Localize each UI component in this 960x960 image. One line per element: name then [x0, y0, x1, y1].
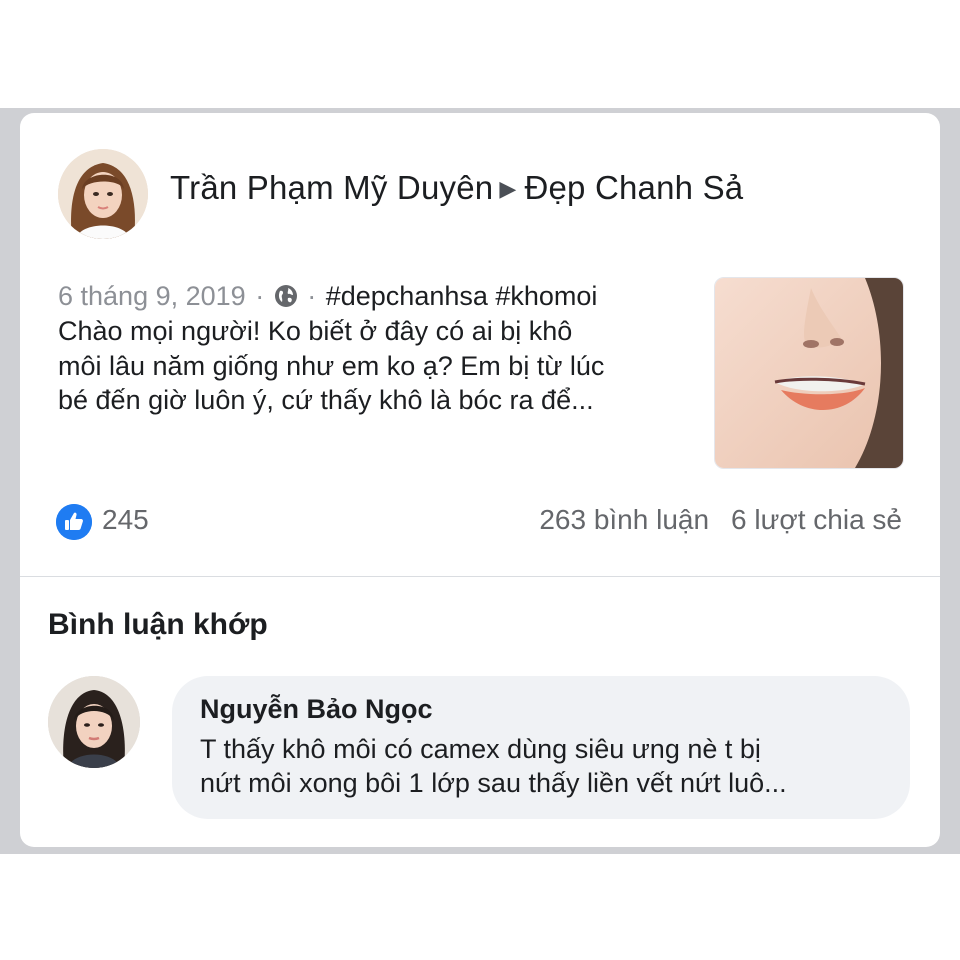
post-card: Trần Phạm Mỹ Duyên ▶ Đẹp Chanh Sả 6 tháng … — [20, 113, 940, 847]
meta-separator: · — [255, 281, 265, 311]
post-stats: 263 bình luận 6 lượt chia sẻ — [539, 504, 902, 536]
author-avatar[interactable] — [58, 149, 148, 239]
comment-text-line: nứt môi xong bôi 1 lớp sau thấy liền vết… — [200, 768, 787, 798]
arrow-right-icon: ▶ — [499, 176, 517, 201]
globe-icon — [274, 282, 298, 307]
post-date[interactable]: 6 tháng 9, 2019 — [58, 281, 246, 311]
post-text-line: Chào mọi người! Ko biết ở đây có ai bị k… — [58, 316, 573, 346]
like-count[interactable]: 245 — [102, 504, 149, 536]
post-hashtags[interactable]: #depchanhsa #khomoi — [326, 281, 598, 311]
comments-heading: Bình luận khớp — [48, 608, 268, 641]
post-text-line: bé đến giờ luôn ý, cứ thấy khô là bóc ra… — [58, 385, 594, 415]
comment-text: T thấy khô môi có camex dùng siêu ưng nè… — [200, 732, 890, 800]
post-text-line: môi lâu năm giống như em ko ạ? Em bị từ … — [58, 350, 605, 381]
comment-bubble[interactable]: Nguyễn Bảo Ngọc T thấy khô môi có camex … — [172, 676, 910, 819]
commenter-name[interactable]: Nguyễn Bảo Ngọc — [200, 694, 433, 725]
share-count[interactable]: 6 lượt chia sẻ — [731, 504, 902, 535]
meta-separator: · — [307, 281, 317, 311]
post-meta: 6 tháng 9, 2019 · · #depchanhsa #khomoi — [58, 279, 698, 313]
comment-text-line: T thấy khô môi có camex dùng siêu ưng nè… — [200, 734, 761, 764]
post-header: Trần Phạm Mỹ Duyên ▶ Đẹp Chanh Sả — [170, 169, 743, 207]
commenter-avatar[interactable] — [48, 676, 140, 768]
thumbs-up-icon[interactable] — [56, 504, 92, 540]
post-text[interactable]: Chào mọi người! Ko biết ở đây có ai bị k… — [58, 314, 708, 418]
author-name[interactable]: Trần Phạm Mỹ Duyên — [170, 169, 493, 206]
group-name[interactable]: Đẹp Chanh Sả — [524, 169, 743, 206]
comment-count[interactable]: 263 bình luận — [539, 504, 709, 535]
post-thumbnail[interactable] — [714, 277, 904, 469]
divider — [20, 576, 940, 577]
